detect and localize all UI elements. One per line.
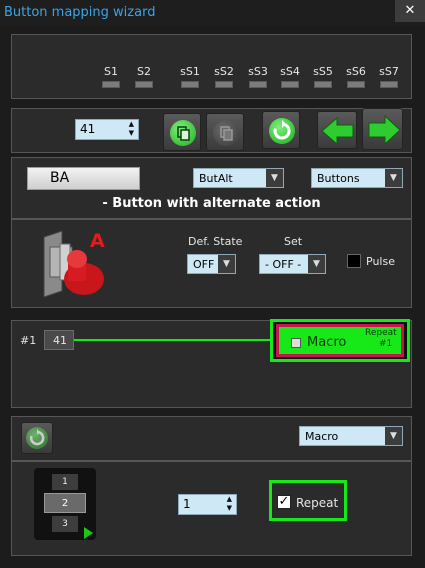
set-label: Set [284,235,303,248]
title-bar: Button mapping wizard ✕ [0,0,425,26]
macro-action-select[interactable]: Macro ▼ [299,426,403,446]
macro-label: Macro [307,335,347,350]
mapping-value: 41 [53,334,67,347]
slot-label: sS6 [346,65,366,78]
pulse-checkbox[interactable] [347,254,361,268]
refresh-icon [269,118,295,144]
slot-indicator [281,81,299,88]
refresh-icon [26,427,48,449]
chevron-down-icon[interactable]: ▼ [308,255,325,273]
macro-step: 1 [52,474,78,490]
spinner-arrows-icon[interactable]: ▲ ▼ [129,120,134,138]
alternate-badge: A [90,230,105,252]
play-icon [84,527,93,539]
spinner-arrows-icon[interactable]: ▲ ▼ [227,495,232,513]
mapping-index: #1 [20,334,37,347]
slot-label: sS7 [379,65,399,78]
chevron-down-icon[interactable]: ▼ [266,169,283,187]
macro-block-inner[interactable]: Macro Repeat #1 [276,324,404,357]
macro-refresh-button[interactable] [21,422,53,454]
macro-repeat-hash: #1 [379,339,393,349]
slot-indicator [181,81,199,88]
slot-indicator [347,81,365,88]
macro-checkbox[interactable] [291,338,301,348]
arrow-right-icon [368,114,401,146]
mapping-value-box: 41 [44,330,74,350]
slot-indicator [314,81,332,88]
def-state-select[interactable]: OFF ▼ [187,254,236,274]
close-button[interactable]: ✕ [395,0,425,22]
repeat-count-value: 1 [183,497,191,511]
button-type-select[interactable]: ButAlt ▼ [193,168,284,188]
mapping-connector [74,339,272,341]
button-category-select[interactable]: Buttons ▼ [311,168,403,188]
slot-label: sS2 [214,65,234,78]
repeat-checkbox[interactable]: ✓ [277,495,291,509]
slot-label: sS3 [248,65,268,78]
chevron-down-icon[interactable]: ▼ [218,255,235,273]
arrow-left-icon [321,116,354,146]
slot-indicator [102,81,120,88]
button-type-value: ButAlt [199,172,233,185]
macro-repeat-label: Repeat [365,328,397,338]
macro-steps-icon[interactable]: 1 2 3 [34,468,96,540]
slot-indicator [215,81,233,88]
macro-action-value: Macro [305,430,339,443]
slot-label: sS4 [280,65,300,78]
repeat-label: Repeat [296,496,339,510]
slot-label: S1 [104,65,118,78]
next-button[interactable] [362,108,403,150]
prev-button[interactable] [317,111,357,149]
slot-label: sS5 [313,65,333,78]
repeat-count-spinner[interactable]: 1 ▲ ▼ [178,494,237,515]
slot-indicator [135,81,153,88]
macro-step: 3 [52,516,78,532]
paste-button[interactable] [206,113,244,151]
pulse-label: Pulse [366,255,395,268]
slot-indicator [380,81,398,88]
copy-button[interactable] [163,113,201,151]
macro-block[interactable]: Macro Repeat #1 [270,319,410,362]
slot-label: S2 [137,65,151,78]
slot-label: sS1 [180,65,200,78]
slot-indicator [249,81,267,88]
set-select[interactable]: - OFF - ▼ [259,254,326,274]
button-number-spinner[interactable]: 41 ▲ ▼ [75,119,139,140]
macro-step: 2 [44,493,86,513]
window-title: Button mapping wizard [4,5,156,20]
def-state-value: OFF [193,258,215,271]
button-name-value: BA [50,170,70,186]
paste-icon [213,120,239,146]
copy-icon [170,120,196,146]
button-name-field[interactable]: BA [27,167,140,190]
button-category-value: Buttons [317,172,360,185]
chevron-down-icon[interactable]: ▼ [385,427,402,445]
button-number-value: 41 [80,122,96,136]
chevron-down-icon[interactable]: ▼ [385,169,402,187]
set-value: - OFF - [265,258,302,271]
refresh-button[interactable] [262,111,300,149]
button-description: - Button with alternate action [102,196,321,211]
def-state-label: Def. State [188,235,243,248]
